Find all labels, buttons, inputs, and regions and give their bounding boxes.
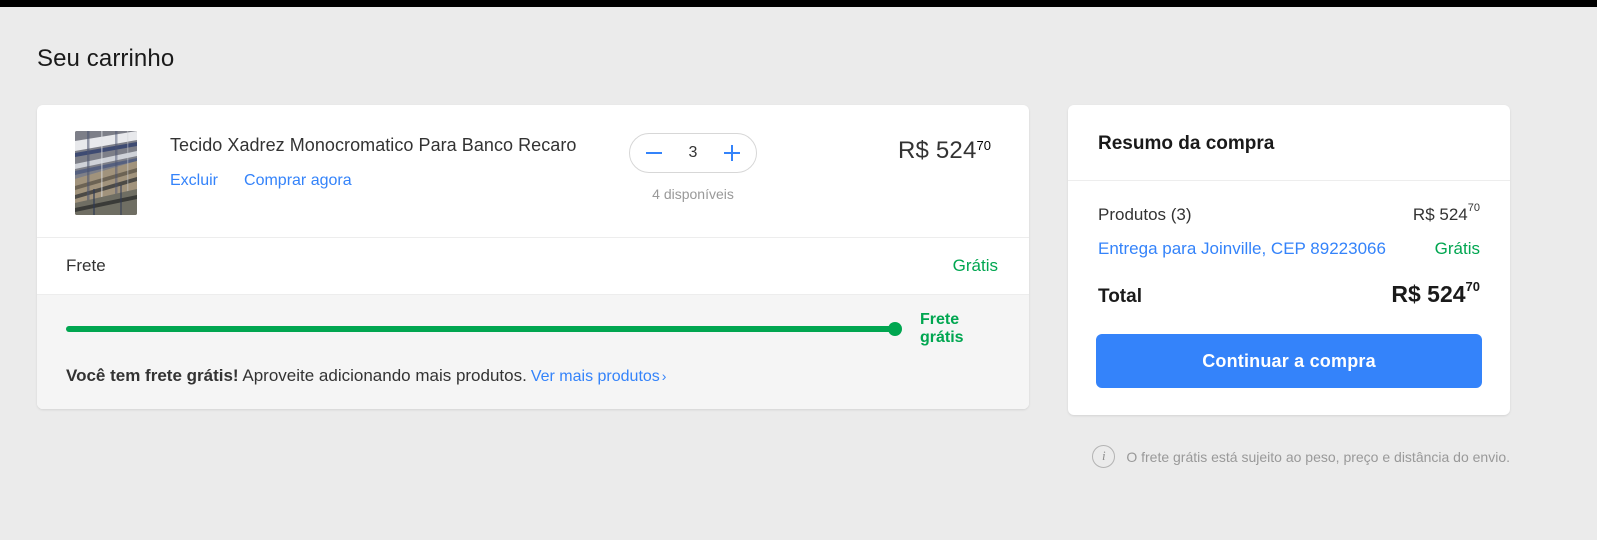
- buy-now-link[interactable]: Comprar agora: [244, 172, 352, 190]
- footnote-text: O frete grátis está sujeito ao peso, pre…: [1126, 448, 1510, 465]
- item-price-cents: 70: [976, 137, 991, 153]
- summary-row-products: Produtos (3) R$ 52470: [1098, 202, 1480, 225]
- progress-label: Frete grátis: [920, 311, 964, 346]
- see-more-products-label: Ver mais produtos: [530, 368, 660, 385]
- see-more-products-link[interactable]: Ver mais produtos ›: [531, 368, 667, 385]
- total-amount: R$ 524: [1391, 281, 1466, 307]
- browser-top-bar: [0, 0, 1597, 7]
- free-shipping-progress-knob: [888, 322, 902, 336]
- free-shipping-progress-track: [66, 322, 902, 336]
- plaid-fabric-image: [75, 131, 137, 215]
- promo-message: Você tem frete grátis! Aproveite adicion…: [66, 365, 998, 387]
- summary-products-cents: 70: [1467, 202, 1480, 215]
- summary-row-delivery-value: Grátis: [1434, 239, 1480, 258]
- summary-total-row: Total R$ 52470: [1098, 279, 1480, 308]
- progress-line: Frete grátis: [66, 311, 998, 347]
- quantity-value[interactable]: 3: [664, 144, 722, 162]
- increase-quantity-icon[interactable]: [722, 143, 742, 163]
- free-shipping-progress-fill: [66, 326, 899, 332]
- delivery-address-link[interactable]: Entrega para Joinville, CEP 89223066: [1098, 239, 1386, 259]
- product-title[interactable]: Tecido Xadrez Monocromatico Para Banco R…: [170, 134, 610, 156]
- info-icon: i: [1092, 445, 1116, 468]
- total-cents: 70: [1465, 279, 1480, 295]
- total-value: R$ 52470: [1391, 279, 1480, 308]
- continue-purchase-button[interactable]: Continuar a compra: [1096, 334, 1482, 388]
- delete-item-link[interactable]: Excluir: [170, 172, 218, 190]
- product-thumbnail[interactable]: [75, 131, 137, 215]
- cart-page: Seu carrinho Tecido Xadrez Monocromatico…: [0, 7, 1597, 540]
- item-price-amount: R$ 524: [897, 137, 977, 164]
- promo-message-rest: Aproveite adicionando mais produtos.: [242, 366, 527, 385]
- free-shipping-promo: Frete grátis Você tem frete grátis! Apro…: [37, 295, 1029, 409]
- product-actions: Excluir Comprar agora: [170, 172, 610, 190]
- summary-row-products-label: Produtos (3): [1098, 205, 1192, 224]
- summary-heading: Resumo da compra: [1098, 133, 1275, 154]
- free-shipping-footnote: i O frete grátis está sujeito ao peso, p…: [1068, 445, 1510, 468]
- page-title: Seu carrinho: [37, 45, 175, 72]
- chevron-right-icon: ›: [661, 368, 667, 384]
- purchase-summary-card: Resumo da compra Produtos (3) R$ 52470 E…: [1068, 105, 1510, 415]
- shipping-row: Frete Grátis: [37, 238, 1029, 294]
- stock-label: 4 disponíveis: [652, 186, 734, 202]
- cart-item-row: Tecido Xadrez Monocromatico Para Banco R…: [37, 105, 1029, 237]
- summary-row-products-value: R$ 52470: [1412, 202, 1480, 225]
- promo-message-bold: Você tem frete grátis!: [66, 366, 239, 385]
- product-info: Tecido Xadrez Monocromatico Para Banco R…: [170, 129, 610, 190]
- total-label: Total: [1098, 286, 1142, 307]
- summary-row-delivery: Entrega para Joinville, CEP 89223066 Grá…: [1098, 239, 1480, 259]
- shipping-value: Grátis: [952, 256, 998, 275]
- summary-products-amount: R$ 524: [1412, 205, 1468, 224]
- quantity-section: 3 4 disponíveis: [618, 129, 768, 202]
- summary-body: Produtos (3) R$ 52470 Entrega para Joinv…: [1068, 181, 1510, 308]
- quantity-stepper[interactable]: 3: [629, 133, 757, 173]
- decrease-quantity-icon[interactable]: [644, 143, 664, 163]
- shipping-label: Frete: [66, 256, 106, 275]
- cart-card: Tecido Xadrez Monocromatico Para Banco R…: [37, 105, 1029, 409]
- item-price: R$ 52470: [768, 129, 1005, 165]
